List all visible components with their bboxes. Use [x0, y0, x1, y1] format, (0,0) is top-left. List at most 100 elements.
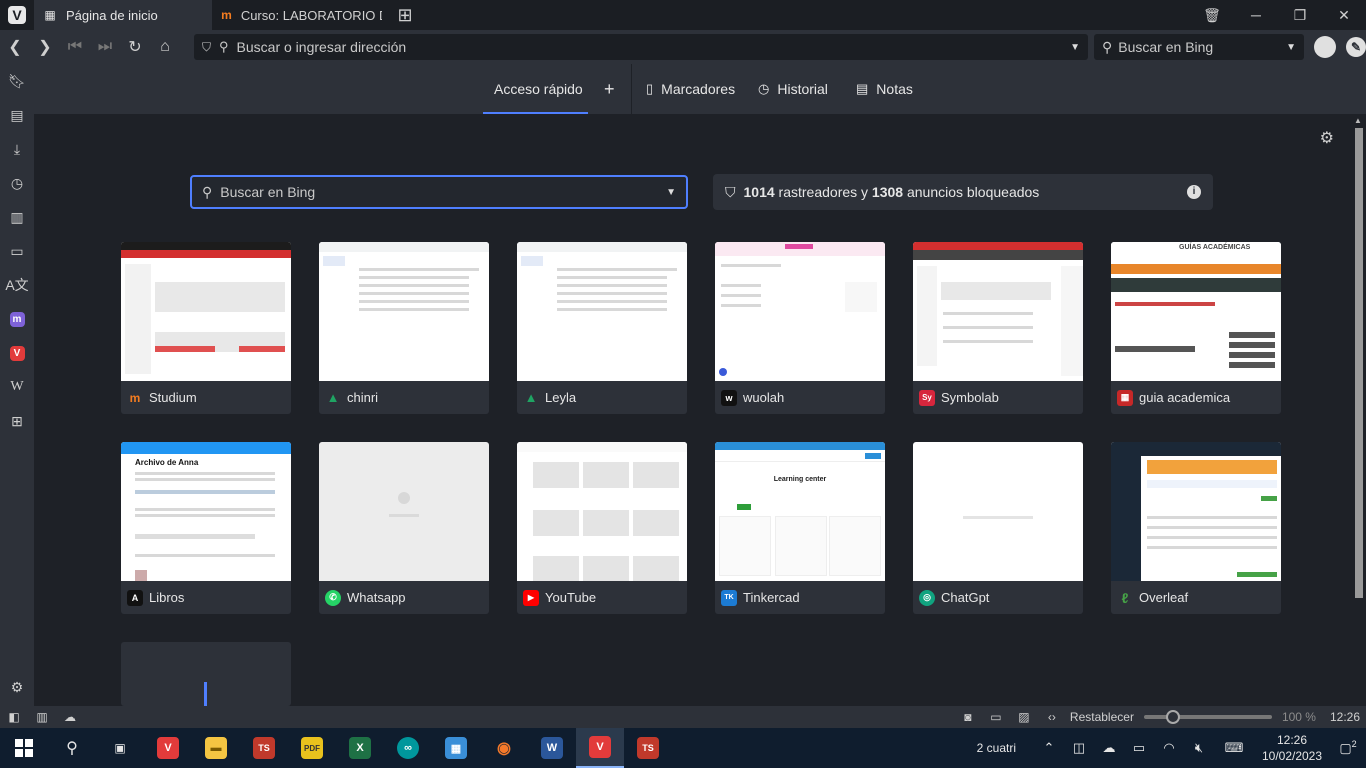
window-icon[interactable]: ▭	[982, 710, 1010, 724]
bing-search-input[interactable]: ⚲ Buscar en Bing ▼	[190, 175, 688, 209]
chevron-down-icon[interactable]: ▼	[1286, 42, 1296, 53]
image-icon[interactable]: ▨	[1010, 710, 1038, 724]
chevron-down-icon[interactable]: ▼	[1070, 42, 1080, 53]
search-engine-field[interactable]: ⚲ Buscar en Bing ▼	[1094, 34, 1304, 60]
taskbar-arduino[interactable]: ∞	[384, 728, 432, 768]
reset-zoom-button[interactable]: Restablecer	[1070, 710, 1134, 724]
windows-start-button[interactable]	[0, 728, 48, 768]
speed-dial-studium[interactable]: m Studium	[121, 242, 291, 414]
wifi-icon[interactable]: ◠	[1154, 740, 1184, 756]
tab-start-page[interactable]: ▦ Página de inicio	[34, 0, 212, 30]
taskbar-vivaldi-active[interactable]: V	[576, 728, 624, 768]
speed-dial-content: ⚙ ⚲ Buscar en Bing ▼ ⛉ 1014 rastreadores…	[34, 114, 1352, 706]
download-icon[interactable]: ⤓	[0, 132, 34, 166]
tab-course[interactable]: m Curso: LABORATORIO DE TÉ	[212, 0, 390, 30]
minimize-button[interactable]: ─	[1234, 0, 1278, 30]
back-button[interactable]: ❮	[0, 37, 30, 57]
chevron-up-icon[interactable]: ⌃	[1034, 740, 1064, 756]
thumbnail	[517, 442, 687, 581]
notification-icon[interactable]: ▢2	[1330, 739, 1366, 756]
keyboard-icon[interactable]: ⌨	[1214, 740, 1254, 756]
thumbnail: Archivo de Anna	[121, 442, 291, 581]
task-view-button[interactable]: ▣	[96, 728, 144, 768]
rewind-button[interactable]: ⏮	[60, 38, 90, 56]
texstudio-icon: TS	[637, 737, 659, 759]
taskbar-texstudio[interactable]: TS	[240, 728, 288, 768]
trash-icon[interactable]: 🗑	[1190, 0, 1234, 30]
tab-bookmarks[interactable]: ▯ Marcadores	[646, 64, 735, 114]
mastodon-icon[interactable]: m	[0, 302, 34, 336]
speed-dial-symbolab[interactable]: Sy Symbolab	[913, 242, 1083, 414]
new-tab-button[interactable]: ⊞	[390, 5, 420, 26]
tab-speed-dial[interactable]: Acceso rápido	[494, 64, 583, 114]
add-panel-icon[interactable]: ⊞	[0, 404, 34, 438]
blender-icon: ◉	[497, 740, 511, 757]
fast-forward-button[interactable]: ⏭	[90, 38, 120, 56]
tab-history[interactable]: ◷ Historial	[758, 64, 828, 114]
taskbar-pdf[interactable]: PDF	[288, 728, 336, 768]
zoom-knob[interactable]	[1165, 710, 1180, 724]
moodle-icon: m	[129, 390, 141, 405]
scrollbar-thumb[interactable]	[1355, 128, 1363, 598]
forward-button[interactable]: ❯	[30, 37, 60, 57]
taskbar-app[interactable]: ▦	[432, 728, 480, 768]
speed-dial-youtube[interactable]: ▶ YouTube	[517, 442, 687, 614]
code-icon[interactable]: ‹›	[1038, 710, 1066, 724]
speed-dial-chatgpt[interactable]: ◎ ChatGpt	[913, 442, 1083, 614]
history-icon[interactable]: ◷	[0, 166, 34, 200]
speed-dial-whatsapp[interactable]: ✆ Whatsapp	[319, 442, 489, 614]
system-clock[interactable]: 12:26 10/02/2023	[1254, 732, 1330, 764]
speed-dial-wuolah[interactable]: w wuolah	[715, 242, 885, 414]
panel-toggle-icon[interactable]: ◧	[0, 710, 28, 724]
camera-icon[interactable]: ◫	[1064, 740, 1094, 756]
home-button[interactable]: ⌂	[150, 38, 180, 56]
tinkercad-icon: TK	[721, 589, 737, 606]
settings-icon[interactable]: ⚙	[0, 670, 34, 704]
weather-text[interactable]: 2 cuatri	[977, 741, 1016, 755]
vivaldi-icon: V	[157, 737, 179, 759]
capture-icon[interactable]: ◙	[954, 710, 982, 724]
bookmark-icon[interactable]: 🔖︎	[0, 64, 34, 98]
speed-dial-overleaf[interactable]: ℓ Overleaf	[1111, 442, 1281, 614]
taskbar-explorer[interactable]: ▬	[192, 728, 240, 768]
vivaldi-menu-button[interactable]: V	[0, 0, 34, 30]
wikipedia-icon[interactable]: W	[0, 370, 34, 404]
add-speed-dial-button[interactable]: +	[604, 64, 615, 114]
page-scrollbar[interactable]: ▲	[1352, 114, 1366, 706]
volume-muted-icon[interactable]: 🔇︎	[1184, 740, 1214, 756]
speed-dial-libros[interactable]: Archivo de Anna A Libros	[121, 442, 291, 614]
speed-dial-guia-academica[interactable]: GUÍAS ACADÉMICAS ▦ guia academica	[1111, 242, 1281, 414]
profile-avatar[interactable]	[1314, 36, 1336, 58]
cloud-icon[interactable]: ☁	[1094, 740, 1124, 756]
search-button[interactable]: ⚲	[48, 728, 96, 768]
url-field[interactable]: ⛉ ⚲ Buscar o ingresar dirección ▼	[194, 34, 1088, 60]
taskbar-texstudio-2[interactable]: TS	[624, 728, 672, 768]
windows-taskbar: ⚲ ▣ V ▬ TS PDF X ∞ ▦ ◉ W V TS 2 cuatri ⌃…	[0, 728, 1366, 768]
reload-button[interactable]: ↻	[120, 37, 150, 57]
speed-dial-chinri[interactable]: ▲ chinri	[319, 242, 489, 414]
window-icon[interactable]: ▭	[0, 234, 34, 268]
tile-icon[interactable]: ▥	[28, 710, 56, 724]
taskbar-word[interactable]: W	[528, 728, 576, 768]
translate-icon[interactable]: A文	[0, 268, 34, 302]
gear-icon[interactable]: ⚙	[1320, 128, 1334, 148]
taskbar-blender[interactable]: ◉	[480, 728, 528, 768]
restore-button[interactable]: ❐	[1278, 0, 1322, 30]
zoom-slider[interactable]	[1143, 710, 1272, 724]
taskbar-excel[interactable]: X	[336, 728, 384, 768]
info-icon[interactable]: i	[1187, 185, 1201, 199]
vivaldi-button[interactable]: ✎	[1346, 37, 1366, 57]
notes-icon[interactable]: ▥	[0, 200, 34, 234]
speed-dial-tinkercad[interactable]: Learning center TK Tinkercad	[715, 442, 885, 614]
clock-icon: ◷	[758, 81, 770, 96]
close-button[interactable]: ✕	[1322, 0, 1366, 30]
tab-notes[interactable]: ▤ Notas	[856, 64, 913, 114]
add-speed-dial-tile[interactable]	[121, 642, 291, 706]
speed-dial-leyla[interactable]: ▲ Leyla	[517, 242, 687, 414]
chevron-down-icon[interactable]: ▼	[666, 187, 676, 198]
reader-icon[interactable]: ▤	[0, 98, 34, 132]
battery-icon[interactable]: ▭	[1124, 740, 1154, 756]
cloud-icon[interactable]: ☁	[56, 710, 84, 724]
taskbar-vivaldi[interactable]: V	[144, 728, 192, 768]
vivaldi-social-icon[interactable]: V	[0, 336, 34, 370]
